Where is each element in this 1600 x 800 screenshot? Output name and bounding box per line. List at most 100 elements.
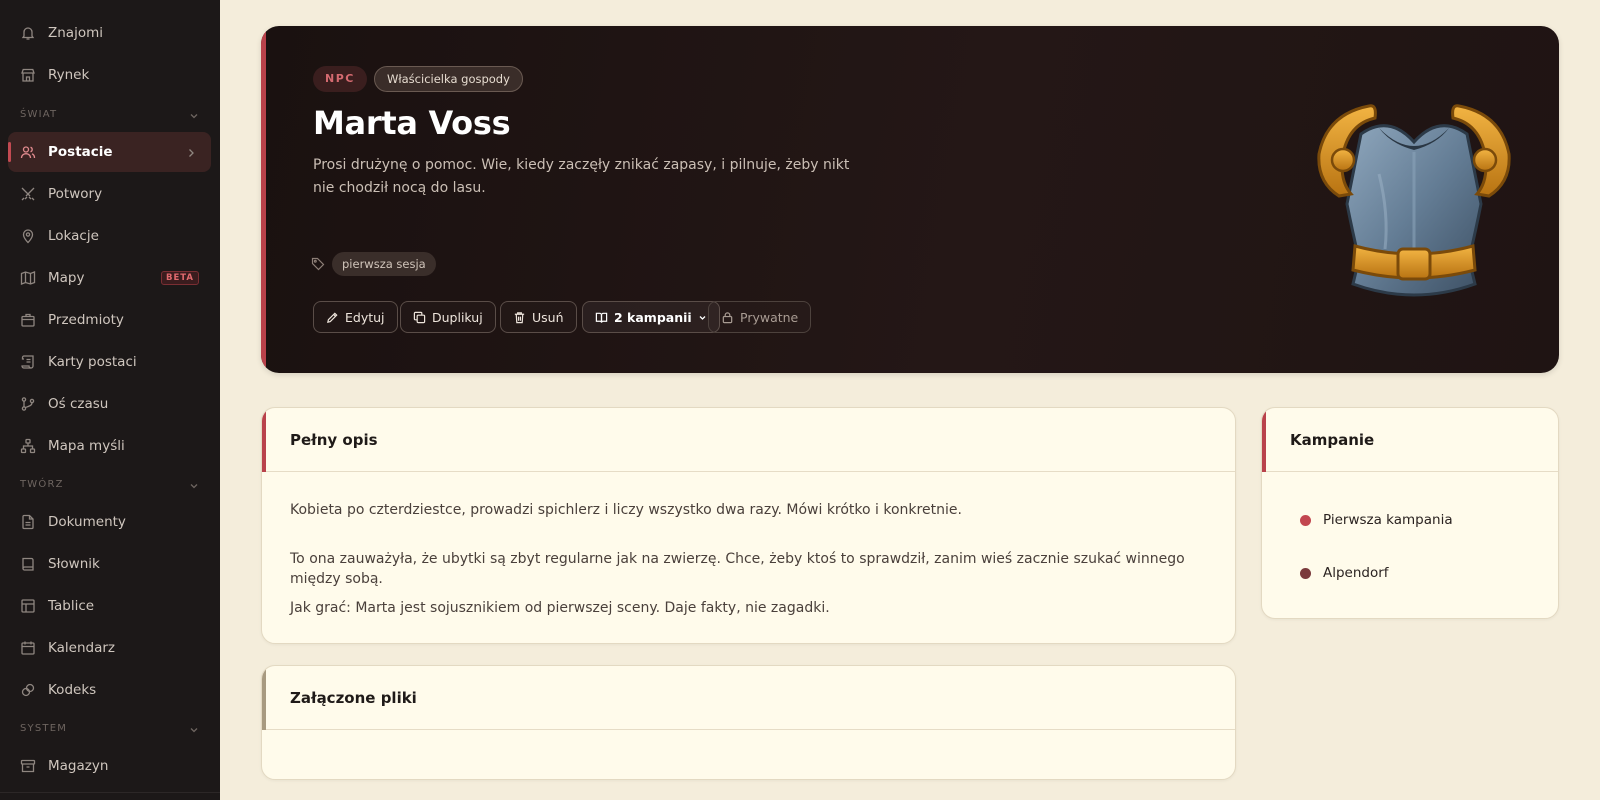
- copy-icon: [413, 311, 426, 323]
- visibility-button-label: Prywatne: [740, 309, 799, 325]
- delete-button-label: Usuń: [532, 309, 564, 325]
- sidebar-item-mapa-mysli[interactable]: Mapa myśli: [8, 426, 211, 466]
- full-description-card: Pełny opis Kobieta po czterdziestce, pro…: [261, 407, 1236, 644]
- table-icon: [20, 598, 36, 614]
- card-title: Kampanie: [1290, 431, 1375, 449]
- sidebar-item-label: Mapy: [48, 270, 85, 286]
- sidebar-item-label: Tablice: [48, 598, 95, 614]
- campaigns-dropdown[interactable]: 2 kampanii: [582, 301, 720, 333]
- campaigns-dropdown-label: 2 kampanii: [614, 309, 692, 325]
- store-icon: [20, 67, 36, 83]
- sidebar-footer-divider: [0, 792, 220, 800]
- bell-icon: [20, 25, 36, 41]
- tag-pill[interactable]: pierwsza sesja: [332, 252, 436, 276]
- archive-icon: [20, 758, 36, 774]
- book-icon: [20, 556, 36, 572]
- sidebar-item-slownik[interactable]: Słownik: [8, 544, 211, 584]
- section-header-tworz[interactable]: TWÓRZ: [20, 479, 200, 495]
- map-pin-icon: [20, 228, 36, 244]
- section-header-system[interactable]: SYSTEM: [20, 723, 200, 739]
- sidebar-item-karty-postaci[interactable]: Karty postaci: [8, 342, 211, 382]
- description-paragraph: Kobieta po czterdziestce, prowadzi spich…: [290, 502, 962, 518]
- sidebar-item-znajomi[interactable]: Znajomi: [8, 13, 211, 53]
- sidebar-item-label: Kodeks: [48, 682, 97, 698]
- sidebar-item-label: Dokumenty: [48, 514, 126, 530]
- hero-description: Prosi drużynę o pomoc. Wie, kiedy zaczęł…: [313, 157, 850, 196]
- lock-icon: [722, 311, 733, 323]
- book-open-icon: [595, 312, 608, 323]
- sidebar-item-postacie[interactable]: Postacie: [8, 132, 211, 172]
- sidebar-item-dokumenty[interactable]: Dokumenty: [8, 502, 211, 542]
- campaign-label: Pierwsza kampania: [1323, 512, 1453, 528]
- chevron-down-icon: [188, 724, 200, 736]
- sidebar: Znajomi Rynek ŚWIAT Postacie Potwory Lok…: [0, 0, 220, 800]
- sidebar-item-magazyn[interactable]: Magazyn: [8, 746, 211, 786]
- campaign-item[interactable]: Alpendorf: [1300, 563, 1389, 583]
- sidebar-item-label: Magazyn: [48, 758, 109, 774]
- sidebar-item-kalendarz[interactable]: Kalendarz: [8, 628, 211, 668]
- sidebar-item-label: Mapa myśli: [48, 438, 125, 454]
- section-header-swiat[interactable]: ŚWIAT: [20, 109, 200, 125]
- page-title: Marta Voss: [313, 104, 511, 142]
- card-header: Kampanie: [1262, 408, 1558, 472]
- type-badge: NPC: [313, 66, 367, 92]
- git-branch-icon: [20, 396, 36, 412]
- sidebar-item-potwory[interactable]: Potwory: [8, 174, 211, 214]
- crossed-swords-icon: [20, 186, 36, 202]
- users-icon: [20, 144, 36, 160]
- sidebar-item-mapy[interactable]: Mapy BETA: [8, 258, 211, 298]
- sidebar-item-label: Postacie: [48, 144, 113, 160]
- section-label: TWÓRZ: [20, 479, 64, 490]
- sidebar-item-label: Znajomi: [48, 25, 103, 41]
- sidebar-item-label: Karty postaci: [48, 354, 137, 370]
- package-icon: [20, 312, 36, 328]
- sidebar-item-os-czasu[interactable]: Oś czasu: [8, 384, 211, 424]
- chevron-right-icon: [185, 145, 197, 159]
- card-title: Pełny opis: [290, 431, 378, 449]
- sidebar-item-rynek[interactable]: Rynek: [8, 55, 211, 95]
- campaign-color-dot: [1300, 514, 1311, 526]
- sidebar-item-label: Oś czasu: [48, 396, 109, 412]
- edit-button-label: Edytuj: [345, 309, 385, 325]
- sidebar-item-tablice[interactable]: Tablice: [8, 586, 211, 626]
- edit-button[interactable]: Edytuj: [313, 301, 398, 333]
- beta-badge: BETA: [160, 271, 199, 285]
- scroll-icon: [20, 354, 36, 370]
- sidebar-item-label: Potwory: [48, 186, 103, 202]
- network-icon: [20, 438, 36, 454]
- description-paragraph: To ona zauważyła, że ubytki są zbyt regu…: [290, 551, 1185, 587]
- sidebar-item-lokacje[interactable]: Lokacje: [8, 216, 211, 256]
- sidebar-item-label: Rynek: [48, 67, 90, 83]
- campaign-color-dot: [1300, 567, 1311, 579]
- character-hero: NPC Właścicielka gospody Marta Voss Pros…: [261, 26, 1559, 373]
- link-icon: [20, 682, 36, 698]
- role-badge: Właścicielka gospody: [374, 66, 523, 92]
- section-label: SYSTEM: [20, 723, 68, 734]
- sidebar-item-label: Kalendarz: [48, 640, 115, 656]
- card-header: Załączone pliki: [262, 666, 1235, 730]
- duplicate-button[interactable]: Duplikuj: [400, 301, 496, 333]
- campaign-item[interactable]: Pierwsza kampania: [1300, 510, 1453, 530]
- sidebar-item-label: Lokacje: [48, 228, 99, 244]
- chevron-down-icon: [188, 480, 200, 492]
- calendar-icon: [20, 640, 36, 656]
- map-icon: [20, 270, 36, 286]
- file-icon: [20, 514, 36, 530]
- card-header: Pełny opis: [262, 408, 1235, 472]
- chevron-down-icon: [699, 315, 706, 320]
- delete-button[interactable]: Usuń: [500, 301, 577, 333]
- duplicate-button-label: Duplikuj: [432, 309, 483, 325]
- tag-icon: [311, 256, 325, 271]
- campaigns-card: Kampanie Pierwsza kampania Alpendorf: [1261, 407, 1559, 619]
- chevron-down-icon: [188, 110, 200, 122]
- pencil-icon: [327, 311, 338, 323]
- sidebar-item-label: Przedmioty: [48, 312, 124, 328]
- sidebar-item-label: Słownik: [48, 556, 100, 572]
- sidebar-item-przedmioty[interactable]: Przedmioty: [8, 300, 211, 340]
- section-label: ŚWIAT: [20, 109, 58, 120]
- sidebar-item-kodeks[interactable]: Kodeks: [8, 670, 211, 710]
- campaign-label: Alpendorf: [1323, 565, 1389, 581]
- card-title: Załączone pliki: [290, 689, 417, 707]
- breastplate-armor-icon: [1299, 84, 1529, 314]
- visibility-button[interactable]: Prywatne: [708, 301, 812, 333]
